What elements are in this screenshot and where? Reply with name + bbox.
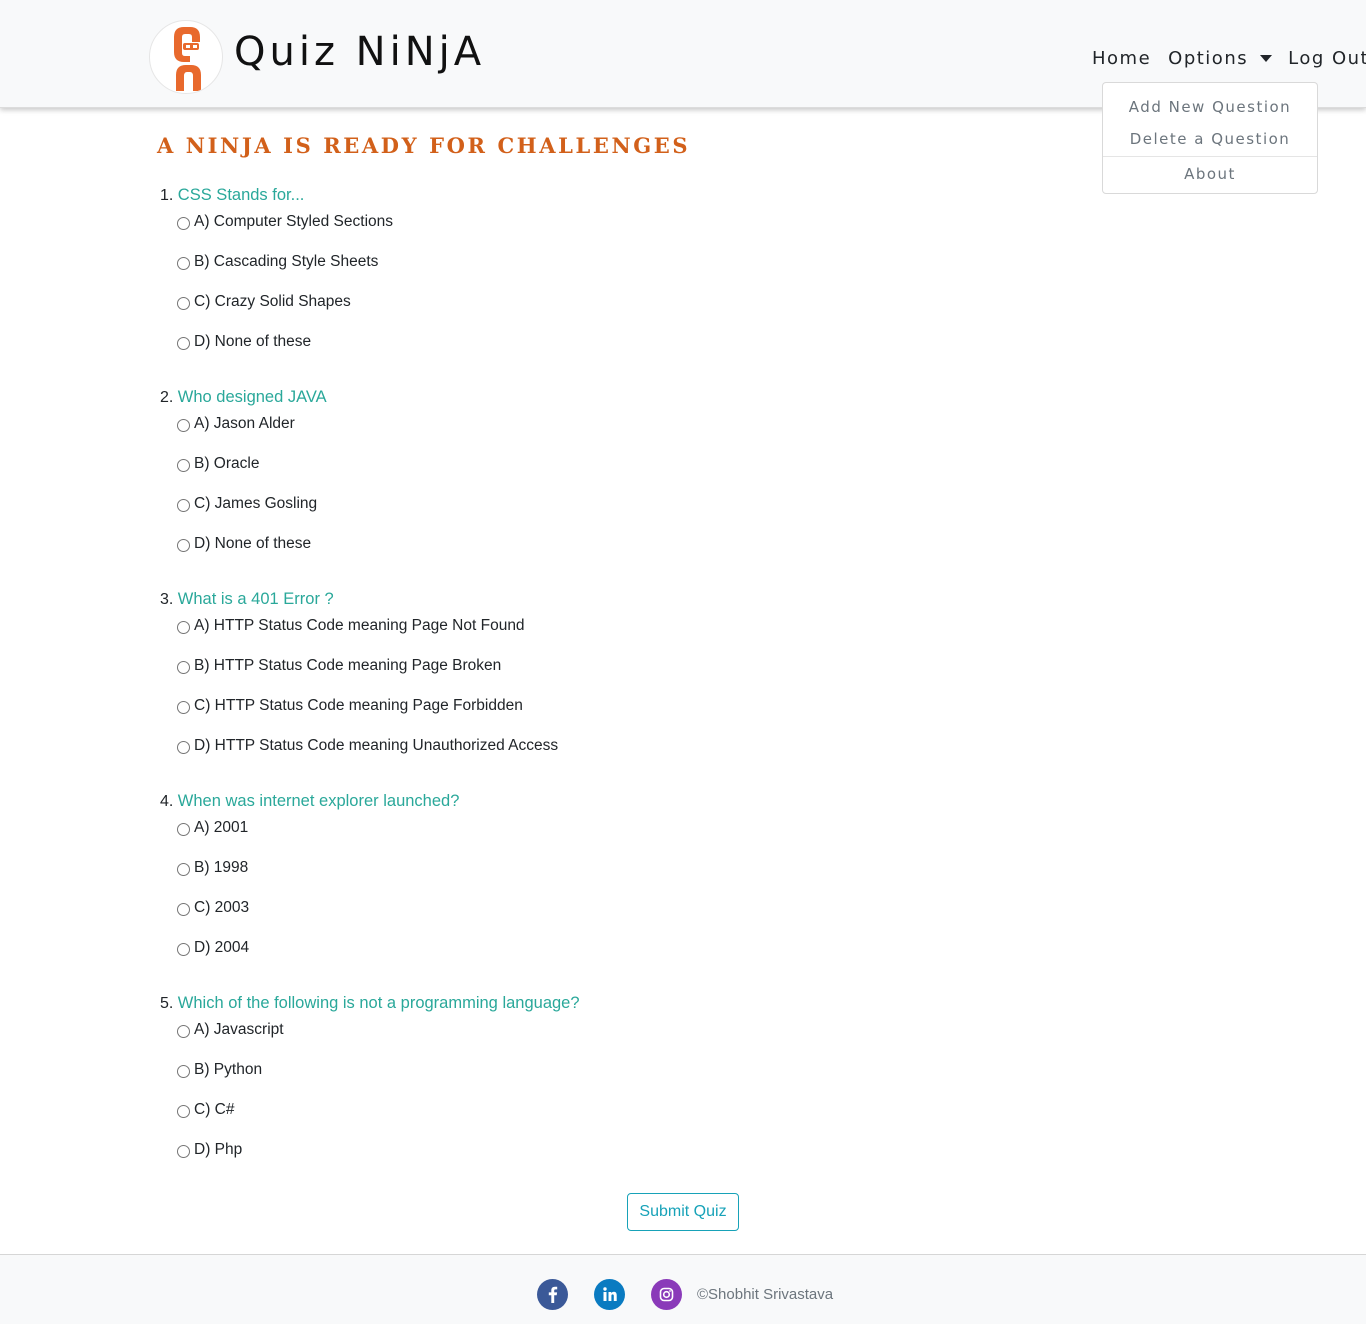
option-label: B) Cascading Style Sheets: [194, 253, 379, 270]
question-1-option-a[interactable]: A) Computer Styled Sections: [177, 211, 393, 233]
dropdown-divider: [1103, 156, 1317, 157]
radio-button[interactable]: [177, 620, 190, 634]
radio-button[interactable]: [177, 256, 190, 270]
radio-button[interactable]: [177, 660, 190, 674]
question-2-option-c[interactable]: C) James Gosling: [177, 493, 317, 515]
option-label: B) 1998: [194, 859, 249, 876]
option-label: D) Php: [194, 1141, 243, 1158]
nav-options-label: Options: [1168, 47, 1249, 69]
radio-button[interactable]: [177, 1144, 190, 1158]
page-heading: A NINJA IS READY FOR CHALLENGES: [157, 133, 691, 158]
option-label: A) 2001: [194, 819, 249, 836]
question-4-option-a[interactable]: A) 2001: [177, 817, 248, 839]
radio-button[interactable]: [177, 418, 190, 432]
submit-quiz-button[interactable]: Submit Quiz: [627, 1193, 739, 1231]
question-3-option-c[interactable]: C) HTTP Status Code meaning Page Forbidd…: [177, 695, 523, 717]
radio-button[interactable]: [177, 942, 190, 956]
question-1-option-b[interactable]: B) Cascading Style Sheets: [177, 251, 378, 273]
question-4-option-c[interactable]: C) 2003: [177, 897, 249, 919]
radio-button[interactable]: [177, 538, 190, 552]
question-3-option-a[interactable]: A) HTTP Status Code meaning Page Not Fou…: [177, 615, 525, 637]
question-5-option-a[interactable]: A) Javascript: [177, 1019, 284, 1041]
question-3-option-d[interactable]: D) HTTP Status Code meaning Unauthorized…: [177, 735, 558, 757]
question-5-option-d[interactable]: D) Php: [177, 1139, 242, 1161]
option-label: C) C#: [194, 1101, 235, 1118]
option-label: C) Crazy Solid Shapes: [194, 293, 351, 310]
question-text: Who designed JAVA: [177, 388, 327, 406]
option-label: B) Python: [194, 1061, 263, 1078]
instagram-icon[interactable]: [651, 1279, 682, 1310]
option-label: B) HTTP Status Code meaning Page Broken: [194, 657, 502, 674]
radio-button[interactable]: [177, 1104, 190, 1118]
question-1-option-c[interactable]: C) Crazy Solid Shapes: [177, 291, 351, 313]
question-2-option-a[interactable]: A) Jason Alder: [177, 413, 295, 435]
question-text: What is a 401 Error ?: [177, 590, 334, 608]
nav-logout-link[interactable]: Log Out: [1288, 48, 1366, 69]
option-label: C) James Gosling: [194, 495, 318, 512]
radio-button[interactable]: [177, 902, 190, 916]
question-title: 3. What is a 401 Error ?: [160, 587, 334, 611]
option-label: C) HTTP Status Code meaning Page Forbidd…: [194, 697, 523, 714]
question-number: 4.: [160, 793, 174, 810]
question-title: 2. Who designed JAVA: [160, 385, 327, 409]
question-number: 3.: [160, 591, 174, 608]
dropdown-item-add-question[interactable]: Add New Question: [1103, 97, 1317, 117]
brand-title[interactable]: Quiz NiNjA: [234, 28, 485, 76]
radio-button[interactable]: [177, 700, 190, 714]
option-label: D) None of these: [194, 333, 312, 350]
option-label: A) HTTP Status Code meaning Page Not Fou…: [194, 617, 525, 634]
linkedin-icon[interactable]: [594, 1279, 625, 1310]
radio-button[interactable]: [177, 296, 190, 310]
nav-options-dropdown-toggle[interactable]: Options: [1168, 47, 1273, 69]
option-label: A) Computer Styled Sections: [194, 213, 394, 230]
copyright-text: ©Shobhit Srivastava: [697, 1286, 834, 1303]
question-2-option-d[interactable]: D) None of these: [177, 533, 311, 555]
question-5-option-b[interactable]: B) Python: [177, 1059, 262, 1081]
radio-button[interactable]: [177, 336, 190, 350]
question-text: Which of the following is not a programm…: [177, 994, 580, 1012]
option-label: B) Oracle: [194, 455, 260, 472]
question-number: 5.: [160, 995, 174, 1012]
question-title: 5. Which of the following is not a progr…: [160, 991, 580, 1015]
nav-home-link[interactable]: Home: [1092, 48, 1151, 69]
ninja-logo-icon[interactable]: [149, 20, 223, 94]
option-label: A) Javascript: [194, 1021, 284, 1038]
radio-button[interactable]: [177, 458, 190, 472]
footer: ©Shobhit Srivastava: [0, 1254, 1366, 1324]
question-number: 1.: [160, 187, 174, 204]
question-text: When was internet explorer launched?: [177, 792, 460, 810]
question-4-option-b[interactable]: B) 1998: [177, 857, 248, 879]
nav-links: Home Options Log Out: [1092, 44, 1366, 72]
radio-button[interactable]: [177, 740, 190, 754]
dropdown-item-delete-question[interactable]: Delete a Question: [1103, 129, 1317, 149]
radio-button[interactable]: [177, 862, 190, 876]
question-text: CSS Stands for...: [177, 186, 305, 204]
question-1-option-d[interactable]: D) None of these: [177, 331, 311, 353]
question-4-option-d[interactable]: D) 2004: [177, 937, 249, 959]
radio-button[interactable]: [177, 1024, 190, 1038]
option-label: C) 2003: [194, 899, 250, 916]
question-number: 2.: [160, 389, 174, 406]
question-title: 4. When was internet explorer launched?: [160, 789, 459, 813]
question-5-option-c[interactable]: C) C#: [177, 1099, 234, 1121]
option-label: D) HTTP Status Code meaning Unauthorized…: [194, 737, 559, 754]
radio-button[interactable]: [177, 822, 190, 836]
option-label: A) Jason Alder: [194, 415, 295, 432]
option-label: D) None of these: [194, 535, 312, 552]
radio-button[interactable]: [177, 216, 190, 230]
dropdown-item-about[interactable]: About: [1103, 164, 1317, 184]
option-label: D) 2004: [194, 939, 250, 956]
question-3-option-b[interactable]: B) HTTP Status Code meaning Page Broken: [177, 655, 501, 677]
facebook-icon[interactable]: [537, 1279, 568, 1310]
question-title: 1. CSS Stands for...: [160, 183, 304, 207]
question-2-option-b[interactable]: B) Oracle: [177, 453, 259, 475]
options-dropdown-menu: Add New Question Delete a Question About: [1102, 82, 1318, 194]
radio-button[interactable]: [177, 1064, 190, 1078]
radio-button[interactable]: [177, 498, 190, 512]
caret-down-icon: [1260, 55, 1273, 62]
